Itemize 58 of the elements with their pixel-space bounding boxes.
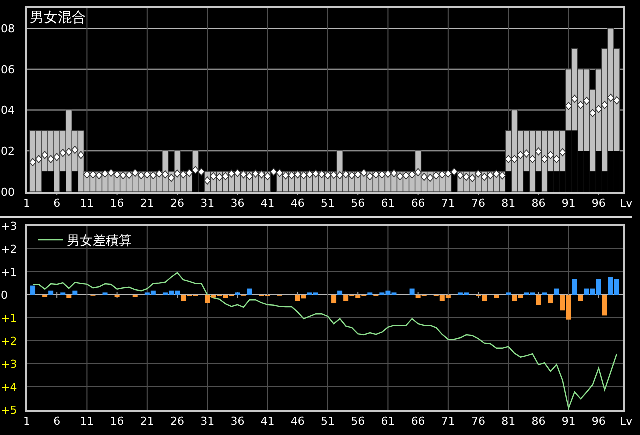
axis-label: 26: [170, 415, 184, 428]
axis-label: 51: [321, 415, 335, 428]
axis-label: +3: [1, 220, 18, 233]
axis-label: 02: [1, 145, 15, 158]
axis-label: 41: [260, 415, 275, 428]
axis-label: 56: [351, 197, 366, 210]
axis-label: 81: [502, 197, 516, 210]
axis-label: 26: [170, 197, 184, 210]
axis-label: +2: [1, 243, 18, 256]
axis-label: 06: [1, 63, 15, 76]
axis-label: +2: [1, 335, 18, 348]
axis-label: 36: [230, 415, 245, 428]
axis-label: 61: [381, 197, 396, 210]
axis-label: Lv: [620, 197, 633, 210]
axis-label: 51: [321, 197, 335, 210]
axis-label: 11: [80, 197, 94, 210]
axis-label: 86: [532, 197, 546, 210]
axis-label: +1: [1, 312, 18, 325]
axis-label: 16: [110, 197, 124, 210]
axis-label: 91: [562, 415, 576, 428]
axis-label: Lv: [620, 415, 633, 428]
axis-label: 66: [411, 197, 426, 210]
axis-label: +5: [1, 404, 18, 417]
axis-label: 61: [381, 415, 396, 428]
axis-label: 6: [54, 197, 61, 210]
chart-title: 男女混合: [30, 10, 86, 26]
axis-label: +3: [1, 358, 18, 371]
axis-label: 6: [54, 415, 61, 428]
axis-label: 86: [532, 415, 546, 428]
legend-label: 男女差積算: [67, 234, 132, 249]
axis-label: 41: [260, 197, 275, 210]
axis-label: 21: [140, 415, 154, 428]
axis-label: 1: [24, 415, 30, 428]
axis-label: 08: [1, 22, 15, 36]
axis-label: 36: [230, 197, 245, 210]
axis-label: +1: [1, 266, 18, 279]
axis-label: 00: [1, 186, 15, 199]
axis-label: 76: [472, 197, 486, 210]
axis-label: 66: [411, 415, 426, 428]
axis-label: 46: [290, 415, 305, 428]
axis-label: 11: [80, 415, 94, 428]
axis-label: 0: [1, 289, 8, 302]
axis-label: 71: [441, 415, 456, 428]
axis-label: 96: [592, 415, 606, 428]
axis-label: 71: [441, 197, 456, 210]
axis-label: 46: [290, 197, 305, 210]
axis-label: 56: [351, 415, 366, 428]
axis-label: 21: [140, 197, 154, 210]
axis-label: 81: [502, 415, 516, 428]
axis-label: 91: [562, 197, 576, 210]
axis-label: 31: [200, 197, 215, 210]
axis-label: +4: [1, 381, 18, 394]
axis-label: 16: [110, 415, 124, 428]
axis-label: 04: [1, 104, 15, 118]
axis-label: 76: [472, 415, 486, 428]
axis-label: 31: [200, 415, 215, 428]
axis-label: 1: [24, 197, 30, 210]
axis-label: 96: [592, 197, 606, 210]
